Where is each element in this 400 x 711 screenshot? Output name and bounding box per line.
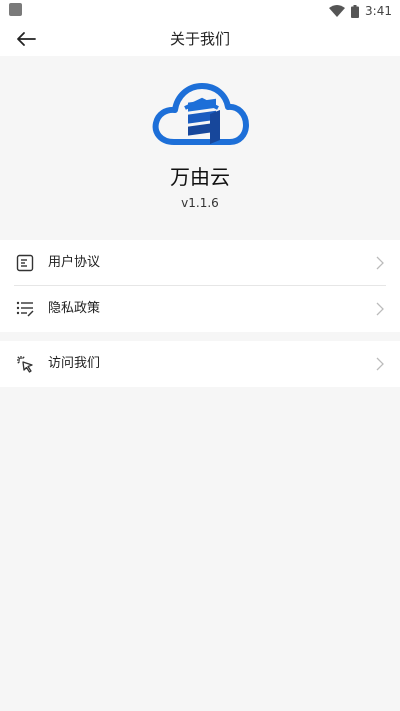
cursor-click-icon xyxy=(17,356,33,373)
status-bar: 3:41 xyxy=(0,0,400,22)
status-time: 3:41 xyxy=(365,4,392,18)
page-title: 关于我们 xyxy=(169,30,230,48)
about-header: 万由云 v1.1.6 xyxy=(0,56,400,240)
user-agreement-label: 用户协议 xyxy=(48,255,101,270)
app-bar: 关于我们 xyxy=(0,22,400,56)
privacy-policy-row[interactable]: 隐私政策 xyxy=(0,286,400,332)
chevron-right-icon xyxy=(376,357,384,371)
cloud-logo-icon xyxy=(152,83,249,145)
chevron-right-icon xyxy=(376,256,384,270)
chevron-right-icon xyxy=(376,302,384,316)
arrow-left-icon xyxy=(17,32,36,46)
menu-group-2: 访问我们 xyxy=(0,341,400,387)
visit-us-label: 访问我们 xyxy=(48,356,101,371)
document-icon xyxy=(16,254,34,272)
app-version: v1.1.6 xyxy=(181,196,219,210)
wifi-icon xyxy=(329,5,346,17)
user-agreement-row[interactable]: 用户协议 xyxy=(0,240,400,286)
list-icon xyxy=(16,301,34,317)
notification-icon xyxy=(9,3,22,16)
menu-group-1: 用户协议 隐私政策 xyxy=(0,240,400,332)
privacy-policy-label: 隐私政策 xyxy=(48,301,101,316)
app-name: 万由云 xyxy=(170,165,230,189)
back-button[interactable] xyxy=(14,27,38,51)
battery-icon xyxy=(351,4,360,18)
visit-us-row[interactable]: 访问我们 xyxy=(0,341,400,387)
